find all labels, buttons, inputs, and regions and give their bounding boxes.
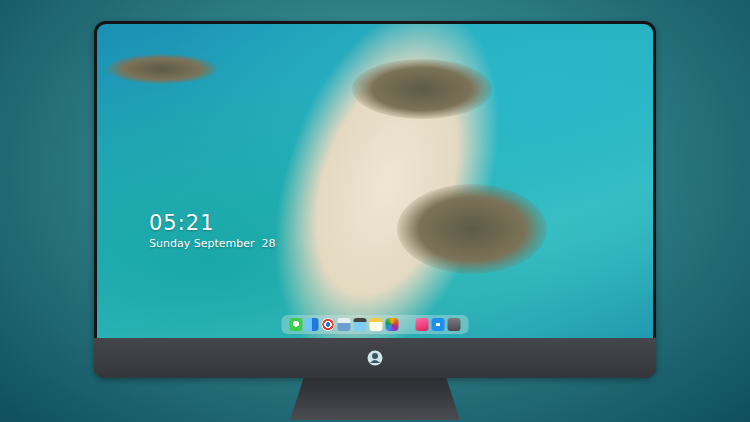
monitor-frame: 05:21Sunday September 28: [94, 21, 656, 378]
dock: [282, 315, 469, 334]
video-icon[interactable]: [354, 318, 367, 331]
monitor-stand: [290, 378, 460, 420]
messages-icon[interactable]: [290, 318, 303, 331]
rock: [107, 54, 217, 84]
wallpaper: 05:21Sunday September 28: [97, 24, 653, 338]
monitor: 05:21Sunday September 28: [94, 0, 656, 422]
rock: [397, 184, 547, 274]
rock: [352, 59, 492, 119]
finder-icon[interactable]: [306, 318, 319, 331]
clock-date: Sunday September 28: [149, 236, 275, 251]
notes-icon[interactable]: [370, 318, 383, 331]
clock-time: 05:21: [149, 210, 275, 236]
music-icon[interactable]: [416, 318, 429, 331]
avatar-logo-icon: [367, 350, 383, 366]
monitor-chin: [94, 338, 656, 378]
photos-icon[interactable]: [386, 318, 399, 331]
screenshot-icon[interactable]: [448, 318, 461, 331]
lock-clock: 05:21Sunday September 28: [149, 210, 275, 251]
desktop-background: 05:21Sunday September 28: [0, 0, 750, 422]
browser-icon[interactable]: [322, 318, 335, 331]
appstore-icon[interactable]: [432, 318, 445, 331]
preview-icon[interactable]: [338, 318, 351, 331]
